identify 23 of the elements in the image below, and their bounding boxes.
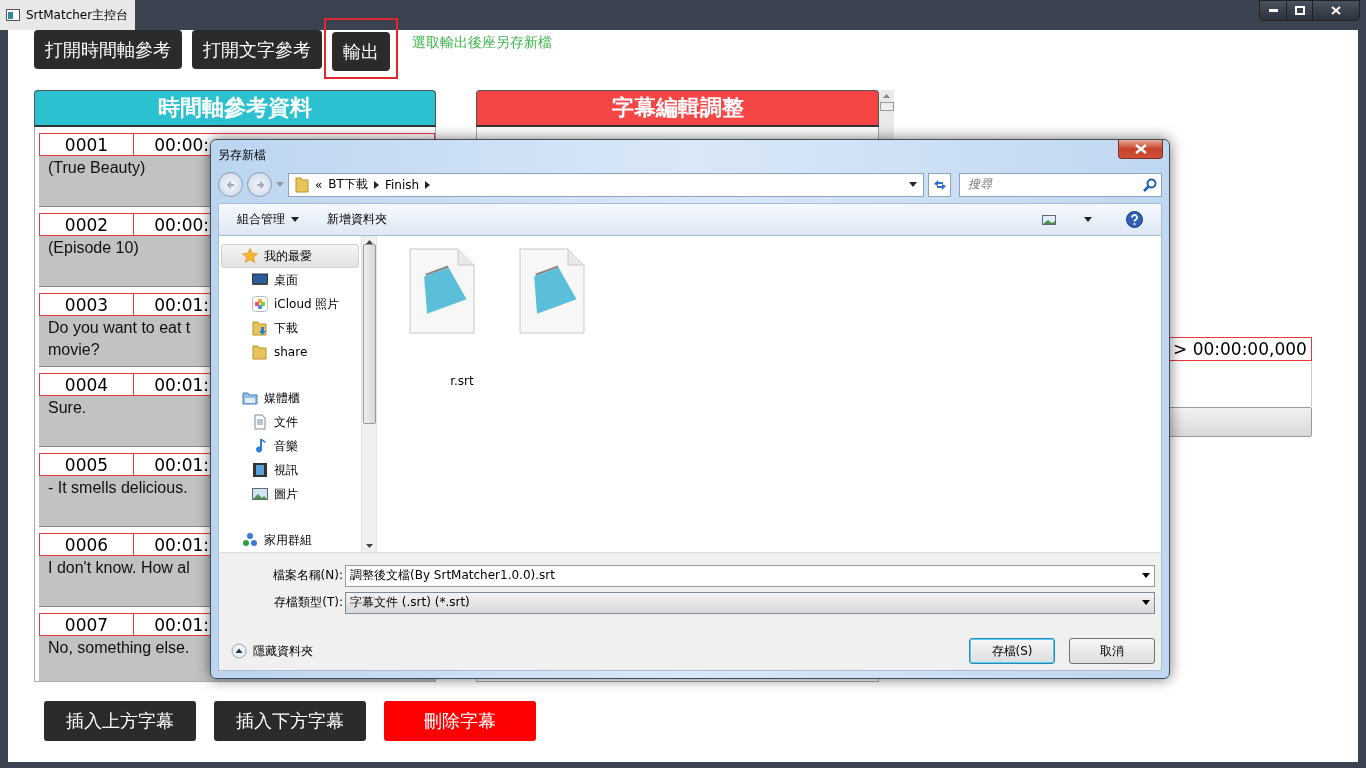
field-label: 檔案名稱(N): [271, 567, 344, 584]
index-cell: 0001 [39, 133, 134, 156]
dialog-title: 另存新檔 [218, 147, 266, 164]
subtitle-line: I don't know. How al [48, 558, 190, 578]
window-title: SrtMatcher主控台 [26, 6, 129, 24]
index-cell: 0005 [39, 453, 134, 476]
hint-text: 選取輸出後座另存新檔 [412, 34, 552, 52]
index-cell: 0007 [39, 613, 134, 636]
subtitle-line: - It smells delicious. [48, 478, 188, 498]
subtitle-line: Sure. [48, 398, 87, 418]
subtitle-line: (True Beauty) [48, 158, 146, 178]
index-cell: 0002 [39, 213, 134, 236]
panel-header: 字幕編輯調整 [476, 90, 879, 127]
subtitle-line: No, something else. [48, 638, 190, 658]
index-cell: 0004 [39, 373, 134, 396]
search-placeholder: 搜尋 [968, 176, 992, 193]
index-cell: 0006 [39, 533, 134, 556]
subtitle-line: (Episode 10) [48, 238, 139, 258]
subtitle-line: Do you want to eat t [48, 318, 191, 338]
index-cell: 0003 [39, 293, 134, 316]
panel-header: 時間軸參考資料 [34, 90, 436, 127]
subtitle-line: movie? [48, 340, 100, 360]
field-label: 存檔類型(T): [273, 594, 344, 611]
